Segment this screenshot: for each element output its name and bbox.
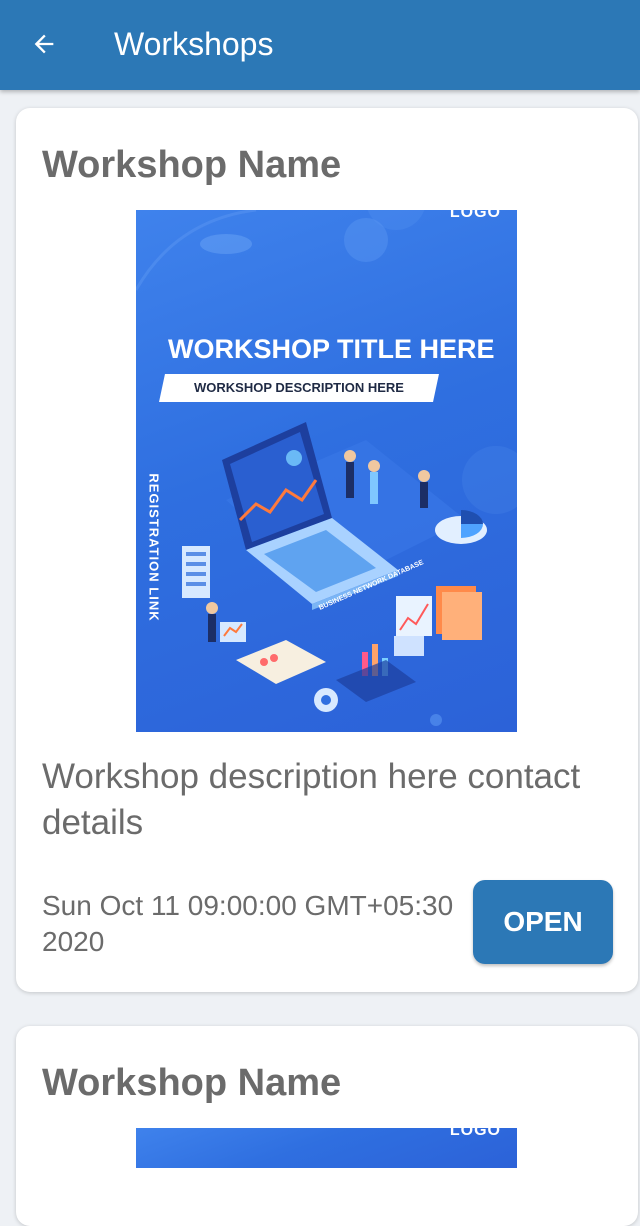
arrow-left-icon: [34, 34, 54, 54]
poster-art-label-layer: BUSINESS NETWORK DATABASE: [318, 559, 425, 612]
page-title: Workshops: [114, 26, 274, 62]
workshop-poster-image: LOGO WORKSHOP TITLE HERE WORKSHOP DESCRI…: [136, 210, 517, 732]
workshop-name: Workshop Name: [42, 1062, 342, 1104]
back-button[interactable]: [20, 20, 68, 68]
workshop-description: Workshop description here contact detail…: [42, 757, 581, 842]
app-bar: Workshops: [0, 0, 640, 90]
workshop-card[interactable]: Workshop Name LOGO WORKSHOP TITLE HERE W…: [16, 108, 638, 992]
workshop-name: Workshop Name: [42, 144, 342, 186]
poster-logo-text: LOGO: [449, 1128, 501, 1139]
poster-art-label: BUSINESS NETWORK DATABASE: [318, 559, 425, 612]
workshop-card[interactable]: Workshop Name LOGO: [16, 1026, 638, 1226]
open-button[interactable]: OPEN: [473, 880, 613, 964]
workshop-poster-image: LOGO: [136, 1128, 517, 1168]
workshop-date: Sun Oct 11 09:00:00 GMT+05:30 2020: [42, 890, 454, 957]
